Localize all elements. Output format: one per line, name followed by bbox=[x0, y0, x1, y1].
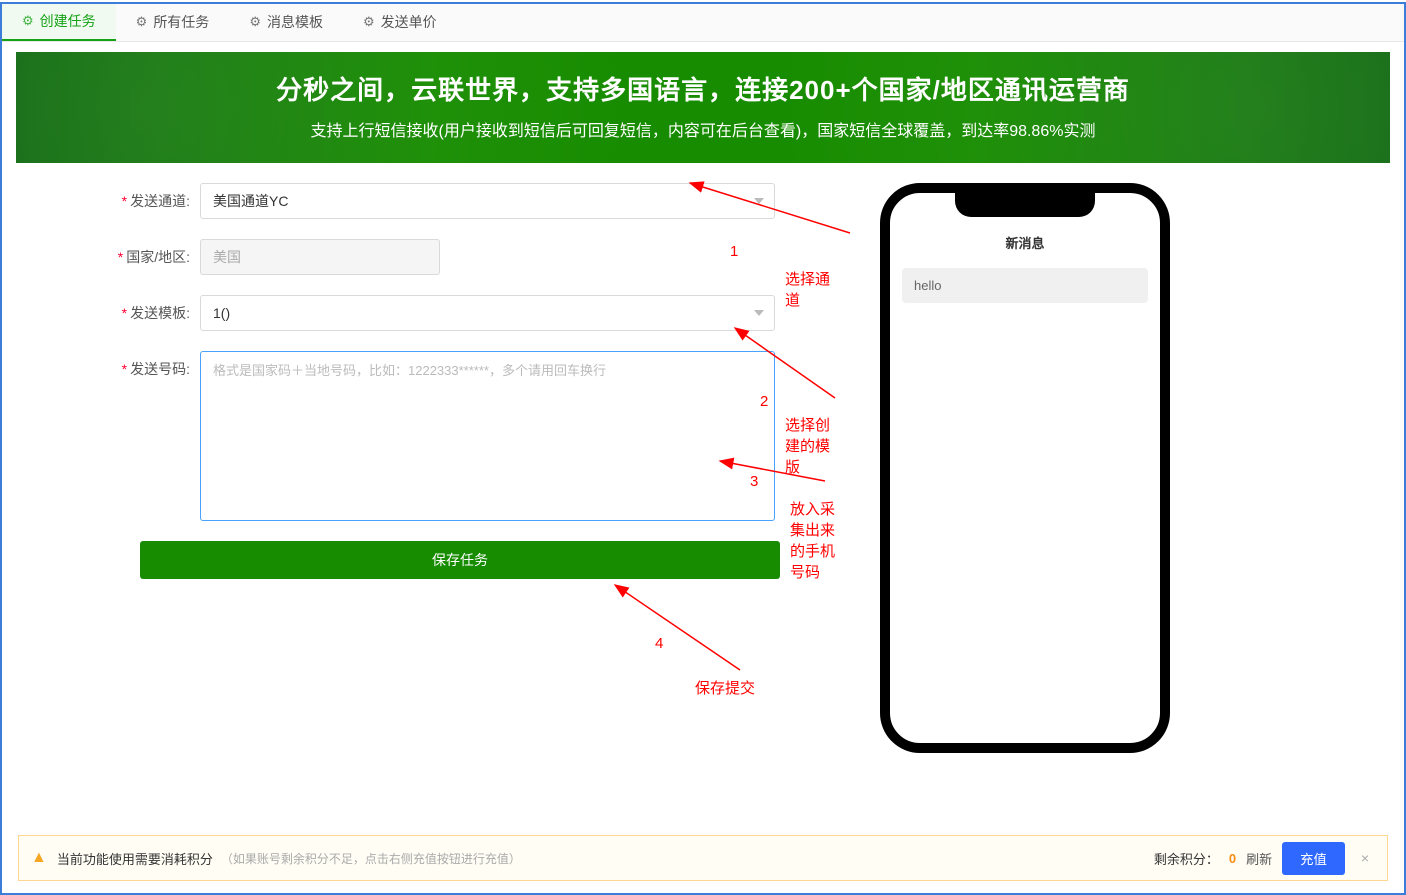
tab-label: 所有任务 bbox=[153, 12, 209, 32]
tab-all-tasks[interactable]: ⚙ 所有任务 bbox=[116, 2, 230, 41]
channel-value: 美国通道YC bbox=[213, 191, 288, 211]
tabs-bar: ⚙ 创建任务 ⚙ 所有任务 ⚙ 消息模板 ⚙ 发送单价 bbox=[2, 2, 1404, 42]
phone-header: 新消息 bbox=[890, 227, 1160, 258]
annotation-save-submit: 保存提交 bbox=[695, 677, 755, 698]
hero-banner: 分秒之间，云联世界，支持多国语言，连接200+个国家/地区通讯运营商 支持上行短… bbox=[16, 52, 1390, 163]
country-select: 美国 bbox=[200, 239, 440, 275]
tab-send-price[interactable]: ⚙ 发送单价 bbox=[343, 2, 457, 41]
tab-label: 消息模板 bbox=[267, 12, 323, 32]
banner-title: 分秒之间，云联世界，支持多国语言，连接200+个国家/地区通讯运营商 bbox=[36, 70, 1370, 107]
phone-message: hello bbox=[902, 268, 1148, 303]
channel-select[interactable]: 美国通道YC bbox=[200, 183, 775, 219]
user-structure-icon: ⚙ bbox=[249, 14, 261, 30]
recharge-button[interactable]: 充值 bbox=[1282, 842, 1345, 875]
footer-main-text: 当前功能使用需要消耗积分 bbox=[57, 849, 213, 868]
chevron-down-icon bbox=[754, 198, 764, 204]
chevron-down-icon bbox=[754, 310, 764, 316]
tab-create-task[interactable]: ⚙ 创建任务 bbox=[2, 2, 116, 41]
numbers-label: *发送号码: bbox=[90, 351, 200, 379]
tab-label: 创建任务 bbox=[40, 11, 96, 31]
annotation-number-4: 4 bbox=[655, 635, 663, 652]
tab-message-template[interactable]: ⚙ 消息模板 bbox=[229, 2, 343, 41]
tab-label: 发送单价 bbox=[381, 12, 437, 32]
country-label: *国家/地区: bbox=[90, 239, 200, 267]
footer-warning-bar: ▲ 当前功能使用需要消耗积分 （如果账号剩余积分不足，点击右侧充值按钮进行充值）… bbox=[18, 835, 1388, 881]
user-structure-icon: ⚙ bbox=[22, 13, 34, 29]
banner-subtitle: 支持上行短信接收(用户接收到短信后可回复短信，内容可在后台查看)，国家短信全球覆… bbox=[36, 117, 1370, 141]
warning-icon: ▲ bbox=[31, 849, 47, 867]
points-label: 剩余积分： bbox=[1154, 849, 1219, 868]
channel-label: *发送通道: bbox=[90, 183, 200, 211]
points-value: 0 bbox=[1229, 851, 1236, 866]
numbers-input[interactable] bbox=[200, 351, 775, 521]
form-panel: *发送通道: 美国通道YC *国家/地区: 美国 *发送模板: 1() *发送号… bbox=[90, 183, 840, 753]
save-button[interactable]: 保存任务 bbox=[140, 541, 780, 579]
phone-preview: 新消息 hello bbox=[880, 183, 1170, 753]
refresh-link[interactable]: 刷新 bbox=[1246, 849, 1272, 868]
close-icon[interactable]: × bbox=[1355, 850, 1375, 866]
template-value: 1() bbox=[213, 305, 230, 321]
phone-notch bbox=[955, 193, 1095, 217]
template-select[interactable]: 1() bbox=[200, 295, 775, 331]
template-label: *发送模板: bbox=[90, 295, 200, 323]
footer-sub-text: （如果账号剩余积分不足，点击右侧充值按钮进行充值） bbox=[221, 850, 521, 867]
user-structure-icon: ⚙ bbox=[136, 14, 148, 30]
user-structure-icon: ⚙ bbox=[363, 14, 375, 30]
country-value: 美国 bbox=[213, 247, 241, 267]
